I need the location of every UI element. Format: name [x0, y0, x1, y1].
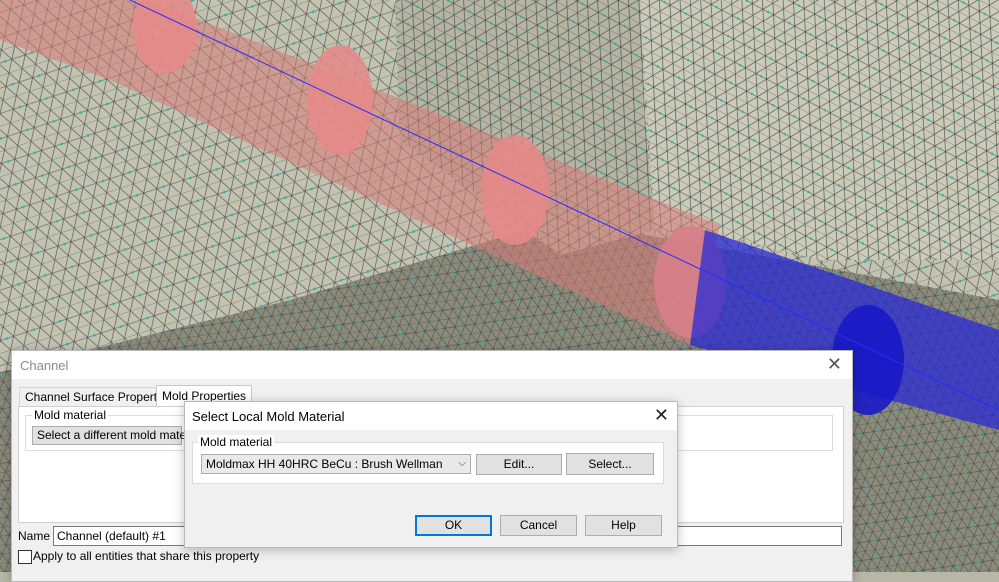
mold-material-value: Moldmax HH 40HRC BeCu : Brush Wellman	[206, 457, 443, 471]
close-icon[interactable]: ✕	[827, 354, 842, 374]
edit-button[interactable]: Edit...	[476, 454, 562, 475]
ok-button[interactable]: OK	[415, 515, 492, 536]
select-local-mold-material-dialog: Select Local Mold Material ✕ Mold materi…	[184, 401, 678, 548]
apply-all-checkbox[interactable]	[18, 550, 32, 564]
name-label: Name	[18, 529, 51, 543]
mold-material-selection-group: Mold material Moldmax HH 40HRC BeCu : Br…	[192, 435, 664, 484]
tab-channel-surface-properties[interactable]: Channel Surface Properties	[19, 387, 179, 406]
select-dialog-titlebar: Select Local Mold Material ✕	[185, 402, 677, 430]
close-icon[interactable]: ✕	[654, 405, 669, 425]
help-button[interactable]: Help	[585, 515, 662, 536]
select-button[interactable]: Select...	[566, 453, 654, 475]
chevron-down-icon: ⌵	[458, 458, 466, 469]
mold-material-group-label: Mold material	[32, 408, 109, 422]
cancel-button[interactable]: Cancel	[500, 515, 577, 536]
channel-dialog-title: Channel	[20, 358, 69, 373]
mold-material-dropdown[interactable]: Moldmax HH 40HRC BeCu : Brush Wellman ⌵	[201, 454, 471, 474]
apply-all-label: Apply to all entities that share this pr…	[33, 549, 260, 563]
select-different-mold-material-button[interactable]: Select a different mold material	[32, 426, 202, 445]
channel-dialog-titlebar: Channel ✕	[12, 351, 852, 379]
select-dialog-title: Select Local Mold Material	[192, 409, 345, 424]
mold-material-label: Mold material	[198, 435, 275, 449]
